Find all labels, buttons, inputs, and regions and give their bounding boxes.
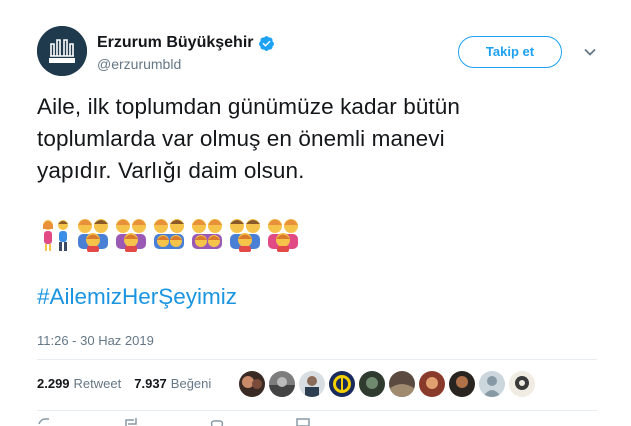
liker-avatar[interactable] bbox=[389, 371, 415, 397]
like-stat[interactable]: 7.937 Beğeni bbox=[134, 376, 211, 391]
tweet-stats: 2.299 Retweet 7.937 Beğeni bbox=[37, 376, 224, 391]
liker-avatar[interactable] bbox=[419, 371, 445, 397]
chevron-down-icon[interactable] bbox=[583, 45, 597, 59]
liker-avatar[interactable] bbox=[359, 371, 385, 397]
liker-avatar[interactable] bbox=[509, 371, 535, 397]
liker-avatar[interactable] bbox=[329, 371, 355, 397]
liker-avatar[interactable] bbox=[479, 371, 505, 397]
family-icon bbox=[116, 219, 146, 252]
liker-avatar[interactable] bbox=[299, 371, 325, 397]
tweet-text-line: yapıdır. Varlığı daim olsun. bbox=[37, 158, 305, 183]
tweet-header: Erzurum Büyükşehir @erzurumbld Takip et bbox=[37, 26, 607, 82]
family-icon bbox=[230, 219, 260, 252]
liker-avatar[interactable] bbox=[239, 371, 265, 397]
family-icon bbox=[268, 219, 298, 252]
display-name[interactable]: Erzurum Büyükşehir bbox=[97, 34, 253, 52]
liker-avatar[interactable] bbox=[269, 371, 295, 397]
tweet-timestamp[interactable]: 11:26 - 30 Haz 2019 bbox=[37, 333, 154, 348]
liker-avatars bbox=[239, 371, 539, 397]
divider bbox=[37, 410, 597, 411]
retweet-label: Retweet bbox=[73, 376, 122, 391]
tweet-text: Aile, ilk toplumdan günümüze kadar bütün… bbox=[37, 91, 597, 187]
emoji-row bbox=[37, 215, 303, 255]
family-icon bbox=[192, 219, 222, 249]
divider bbox=[37, 359, 597, 360]
user-handle[interactable]: @erzurumbld bbox=[97, 56, 275, 72]
family-icon bbox=[78, 219, 108, 252]
hashtag-link[interactable]: #AilemizHerŞeyimiz bbox=[37, 284, 237, 310]
tweet-text-line: Aile, ilk toplumdan günümüze kadar bütün bbox=[37, 94, 461, 119]
liker-avatar[interactable] bbox=[449, 371, 475, 397]
retweet-stat[interactable]: 2.299 Retweet bbox=[37, 376, 121, 391]
like-count: 7.937 bbox=[134, 376, 167, 391]
retweet-count: 2.299 bbox=[37, 376, 70, 391]
avatar[interactable] bbox=[37, 26, 87, 76]
tweet-text-line: toplumlarda var olmuş en önemli manevi bbox=[37, 126, 445, 151]
like-label: Beğeni bbox=[170, 376, 212, 391]
family-woman-man-icon bbox=[43, 220, 68, 251]
verified-badge-icon bbox=[259, 35, 275, 51]
follow-button[interactable]: Takip et bbox=[458, 36, 562, 68]
family-icon bbox=[154, 219, 184, 249]
erzurum-logo-icon bbox=[37, 26, 87, 76]
